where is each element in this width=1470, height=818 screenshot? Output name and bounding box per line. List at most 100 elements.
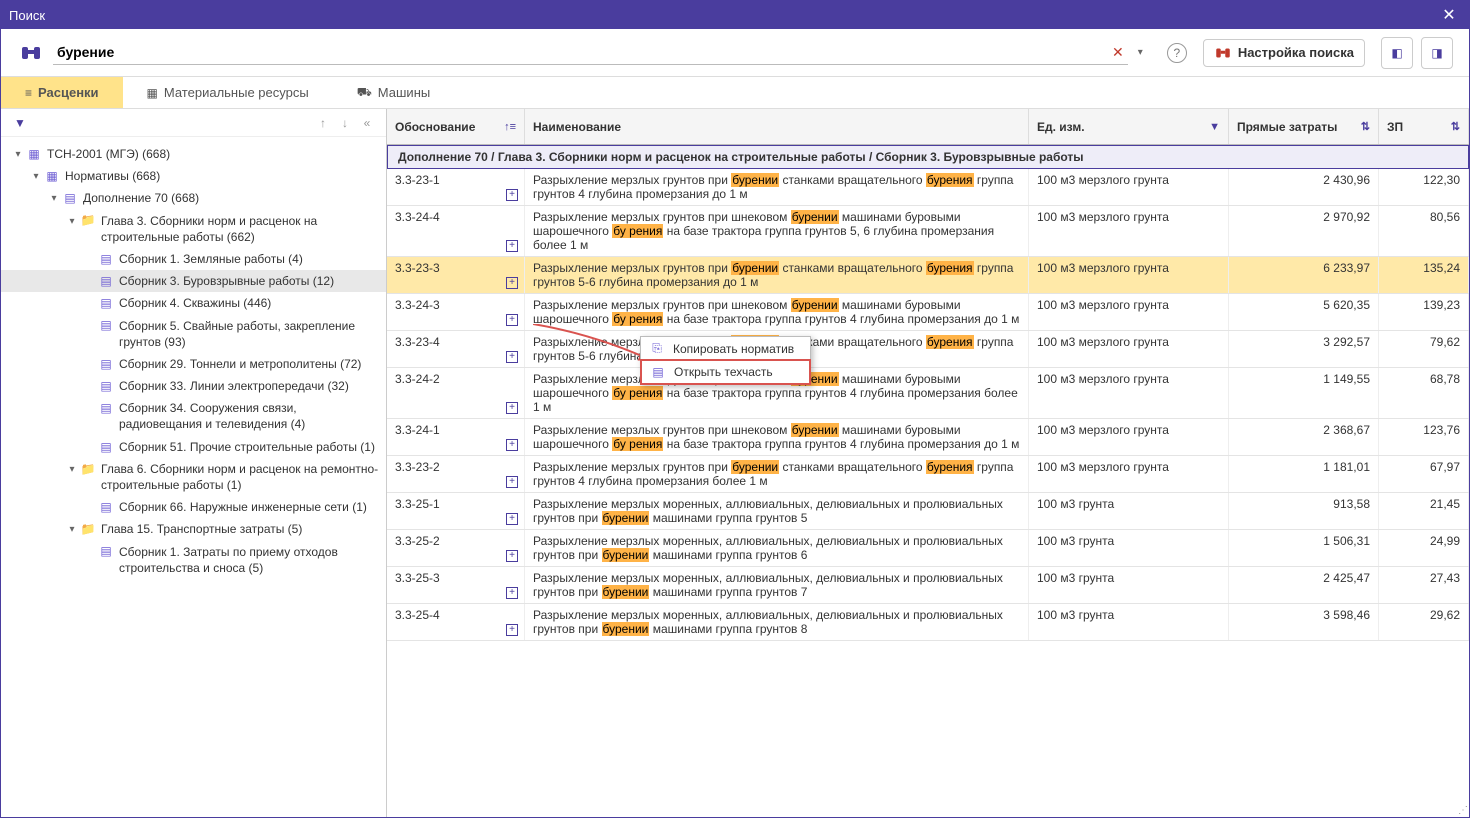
table-row[interactable]: 3.3-24-3+Разрыхление мерзлых грунтов при…	[387, 294, 1469, 331]
expand-icon[interactable]: +	[506, 277, 518, 289]
tree-caret-icon[interactable]: ▾	[47, 192, 61, 206]
settings-label: Настройка поиска	[1238, 45, 1354, 60]
resize-grip[interactable]: ⋰	[1458, 805, 1468, 816]
filter-small-icon: ▼	[1209, 121, 1220, 133]
search-input[interactable]	[53, 40, 1128, 65]
expand-icon[interactable]: +	[506, 587, 518, 599]
window-title: Поиск	[9, 8, 1437, 23]
cell-pz: 2 970,92	[1229, 206, 1379, 256]
clear-search-icon[interactable]: ✕	[1112, 44, 1124, 61]
layout-icon-2[interactable]: ◨	[1421, 37, 1453, 69]
tree-node[interactable]: ▸▤Сборник 29. Тоннели и метрополитены (7…	[1, 353, 386, 375]
expand-icon[interactable]: +	[506, 314, 518, 326]
tree-caret-icon[interactable]: ▾	[65, 463, 79, 477]
doc-icon: ▤	[97, 252, 115, 266]
col-obosnovanie[interactable]: Обоснование↑≡	[387, 109, 525, 144]
expand-icon[interactable]: +	[506, 550, 518, 562]
cell-ob: 3.3-23-3+	[387, 257, 525, 293]
expand-icon[interactable]: +	[506, 439, 518, 451]
expand-icon[interactable]: +	[506, 624, 518, 636]
tree-node[interactable]: ▾▦ТСН-2001 (МГЭ) (668)	[1, 143, 386, 165]
cell-nm: Разрыхление мерзлых моренных, аллювиальн…	[525, 530, 1029, 566]
table-row[interactable]: 3.3-25-2+Разрыхление мерзлых моренных, а…	[387, 530, 1469, 567]
col-ed-izm[interactable]: Ед. изм.▼	[1029, 109, 1229, 144]
tree-node[interactable]: ▾▤Дополнение 70 (668)	[1, 187, 386, 209]
cell-pz: 913,58	[1229, 493, 1379, 529]
tree-node[interactable]: ▸▤Сборник 3. Буровзрывные работы (12)	[1, 270, 386, 292]
tree-caret-icon[interactable]: ▾	[11, 148, 25, 162]
folder-icon: 📁	[79, 214, 97, 228]
col-pz[interactable]: Прямые затраты⇅	[1229, 109, 1379, 144]
tab-label: Материальные ресурсы	[164, 85, 309, 100]
collapse-icon[interactable]: «	[356, 116, 378, 130]
cell-ed: 100 м3 мерзлого грунта	[1029, 419, 1229, 455]
table-row[interactable]: 3.3-23-1+Разрыхление мерзлых грунтов при…	[387, 169, 1469, 206]
cm-open-techpart[interactable]: ▤ Открыть техчасть	[640, 359, 811, 385]
tree-node[interactable]: ▸▤Сборник 33. Линии электропередачи (32)	[1, 375, 386, 397]
expand-icon[interactable]: +	[506, 240, 518, 252]
doc-icon: ▤	[97, 274, 115, 288]
tab-label: Машины	[378, 85, 430, 100]
expand-icon[interactable]: +	[506, 402, 518, 414]
up-icon[interactable]: ↑	[312, 116, 334, 130]
table-row[interactable]: 3.3-25-3+Разрыхление мерзлых моренных, а…	[387, 567, 1469, 604]
expand-icon[interactable]: +	[506, 476, 518, 488]
cm-copy-normative[interactable]: ⎘ Копировать норматив	[641, 337, 810, 360]
tab-машины[interactable]: ⛟Машины	[333, 77, 455, 108]
search-settings-button[interactable]: Настройка поиска	[1203, 39, 1365, 67]
tree-node[interactable]: ▸▤Сборник 1. Затраты по приему отходов с…	[1, 541, 386, 579]
help-icon[interactable]: ?	[1167, 43, 1187, 63]
cell-ob: 3.3-24-2+	[387, 368, 525, 418]
tab-расценки[interactable]: ≡Расценки	[1, 77, 123, 108]
expand-icon[interactable]: +	[506, 513, 518, 525]
tree-node[interactable]: ▸▤Сборник 51. Прочие строительные работы…	[1, 436, 386, 458]
tree-node[interactable]: ▸▤Сборник 34. Сооружения связи, радиовещ…	[1, 397, 386, 435]
table-row[interactable]: 3.3-25-1+Разрыхление мерзлых моренных, а…	[387, 493, 1469, 530]
tree-caret-icon[interactable]: ▾	[65, 215, 79, 229]
tree-label: Сборник 5. Свайные работы, закрепление г…	[119, 318, 380, 350]
table-row[interactable]: 3.3-23-4+Разрыхление мерзлых грунтов при…	[387, 331, 1469, 368]
tree-node[interactable]: ▾📁Глава 6. Сборники норм и расценок на р…	[1, 458, 386, 496]
cell-nm: Разрыхление мерзлых моренных, аллювиальн…	[525, 604, 1029, 640]
tree-node[interactable]: ▾📁Глава 3. Сборники норм и расценок на с…	[1, 210, 386, 248]
search-dropdown-icon[interactable]: ▾	[1138, 47, 1143, 58]
cell-ed: 100 м3 мерзлого грунта	[1029, 257, 1229, 293]
cell-zp: 67,97	[1379, 456, 1469, 492]
expand-icon[interactable]: +	[506, 351, 518, 363]
table-row[interactable]: 3.3-25-4+Разрыхление мерзлых моренных, а…	[387, 604, 1469, 641]
col-zp[interactable]: ЗП⇅	[1379, 109, 1469, 144]
tree-node[interactable]: ▸▤Сборник 5. Свайные работы, закрепление…	[1, 315, 386, 353]
filter-icon[interactable]: ▼	[9, 116, 31, 130]
cell-pz: 3 292,57	[1229, 331, 1379, 367]
tab-материальные ресурсы[interactable]: ▦Материальные ресурсы	[123, 77, 333, 108]
tree-label: ТСН-2001 (МГЭ) (668)	[47, 146, 380, 162]
tab-label: Расценки	[38, 85, 99, 100]
cell-ob: 3.3-25-2+	[387, 530, 525, 566]
down-icon[interactable]: ↓	[334, 116, 356, 130]
table-row[interactable]: 3.3-23-2+Разрыхление мерзлых грунтов при…	[387, 456, 1469, 493]
table-row[interactable]: 3.3-24-4+Разрыхление мерзлых грунтов при…	[387, 206, 1469, 257]
tree-caret-icon[interactable]: ▾	[29, 170, 43, 184]
cm-open-label: Открыть техчасть	[674, 365, 773, 379]
doc-icon: ▤	[97, 296, 115, 310]
tree-node[interactable]: ▸▤Сборник 4. Скважины (446)	[1, 292, 386, 314]
cell-ob: 3.3-23-1+	[387, 169, 525, 205]
tree-node[interactable]: ▸▤Сборник 1. Земляные работы (4)	[1, 248, 386, 270]
tree-node[interactable]: ▾▦Нормативы (668)	[1, 165, 386, 187]
table-row[interactable]: 3.3-24-2+Разрыхление мерзлых грунтов при…	[387, 368, 1469, 419]
cell-pz: 5 620,35	[1229, 294, 1379, 330]
cell-pz: 3 598,46	[1229, 604, 1379, 640]
tree-node[interactable]: ▸▤Сборник 66. Наружные инженерные сети (…	[1, 496, 386, 518]
layout-icon-1[interactable]: ◧	[1381, 37, 1413, 69]
col-naimenovanie[interactable]: Наименование	[525, 109, 1029, 144]
table-row[interactable]: 3.3-24-1+Разрыхление мерзлых грунтов при…	[387, 419, 1469, 456]
expand-icon[interactable]: +	[506, 189, 518, 201]
cell-ed: 100 м3 мерзлого грунта	[1029, 206, 1229, 256]
cell-ob: 3.3-25-1+	[387, 493, 525, 529]
cell-ed: 100 м3 грунта	[1029, 567, 1229, 603]
table-row[interactable]: 3.3-23-3+Разрыхление мерзлых грунтов при…	[387, 257, 1469, 294]
tree-caret-icon[interactable]: ▾	[65, 523, 79, 537]
cell-nm: Разрыхление мерзлых грунтов при бурении …	[525, 456, 1029, 492]
close-icon[interactable]: ✕	[1437, 5, 1461, 25]
tree-node[interactable]: ▾📁Глава 15. Транспортные затраты (5)	[1, 518, 386, 540]
